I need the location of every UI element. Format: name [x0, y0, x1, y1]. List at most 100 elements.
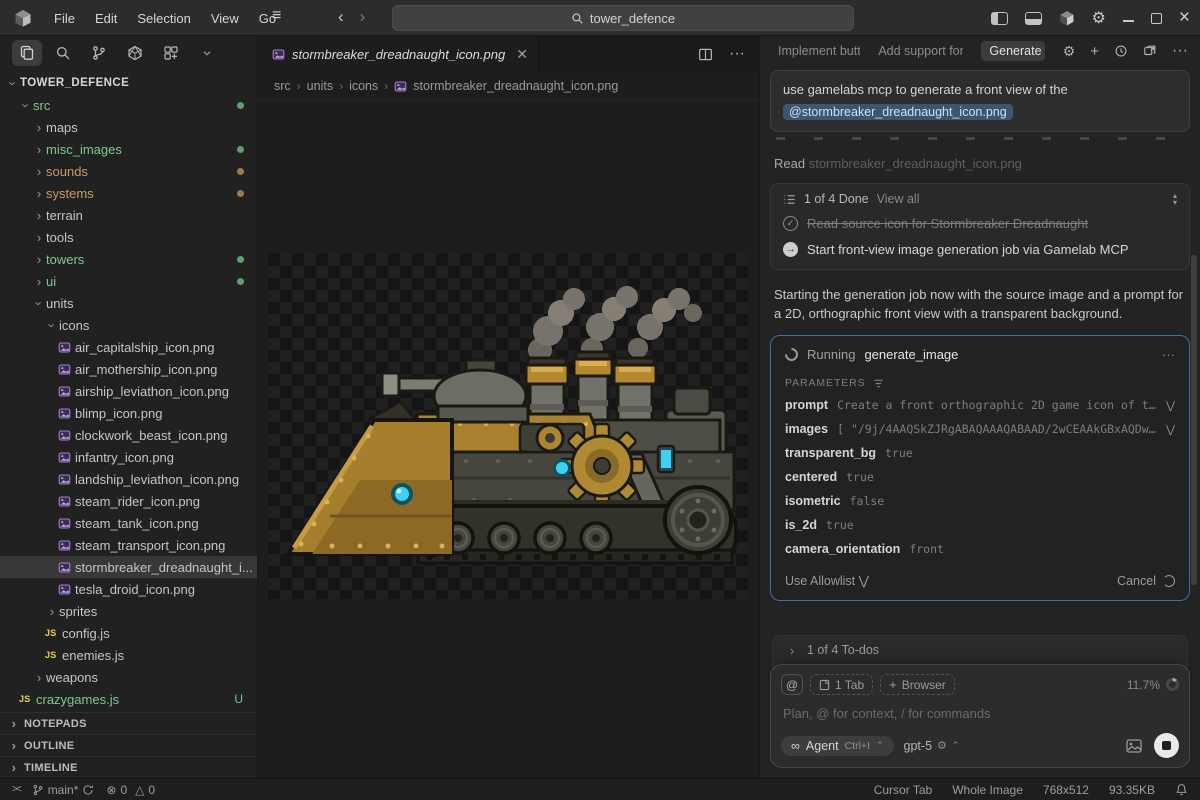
tree-item-weapons[interactable]: ›weapons	[0, 666, 257, 688]
cancel-button[interactable]: Cancel	[1117, 574, 1175, 588]
tree-item-steam-transport-icon-png[interactable]: steam_transport_icon.png	[0, 534, 257, 556]
menu-item-file[interactable]: File	[44, 7, 85, 30]
file-mention-pill[interactable]: @stormbreaker_dreadnaught_icon.png	[783, 104, 1013, 120]
stop-button[interactable]	[1154, 733, 1179, 758]
window-minimize-icon[interactable]	[1123, 14, 1134, 22]
tree-item-tools[interactable]: ›tools	[0, 226, 257, 248]
tree-item-units[interactable]: ›units	[0, 292, 257, 314]
status-93-35kb[interactable]: 93.35KB	[1109, 783, 1155, 797]
chat-history-icon[interactable]	[1114, 44, 1128, 58]
todo-view-all[interactable]: View all	[877, 192, 920, 206]
tree-item-air-capitalship-icon-png[interactable]: air_capitalship_icon.png	[0, 336, 257, 358]
history-back-icon[interactable]: ‹	[338, 6, 344, 28]
status-whole-image[interactable]: Whole Image	[952, 783, 1023, 797]
tree-item-steam-rider-icon-png[interactable]: steam_rider_icon.png	[0, 490, 257, 512]
tree-item-landship-leviathon-icon-png[interactable]: landship_leviathon_icon.png	[0, 468, 257, 490]
editor-more-icon[interactable]: ···	[729, 45, 745, 63]
new-chat-icon[interactable]: +	[1090, 43, 1099, 60]
tab-close-icon[interactable]: ✕	[516, 46, 528, 63]
tree-item-steam-tank-icon-png[interactable]: steam_tank_icon.png	[0, 512, 257, 534]
tree-item-misc-images[interactable]: ›misc_images	[0, 138, 257, 160]
status-768x512[interactable]: 768x512	[1043, 783, 1089, 797]
chat-tab[interactable]: Add support for rev	[878, 44, 963, 58]
breadcrumb-file[interactable]: stormbreaker_dreadnaught_icon.png	[413, 79, 618, 93]
image-file-icon	[58, 451, 75, 464]
tree-item-ui[interactable]: ›ui	[0, 270, 257, 292]
allowlist-dropdown[interactable]: Use Allowlist ⋁	[785, 573, 869, 588]
sidebar-section-notepads[interactable]: ›NOTEPADS	[0, 712, 257, 734]
image-file-icon	[58, 429, 75, 442]
tree-item-tesla-droid-icon-png[interactable]: tesla_droid_icon.png	[0, 578, 257, 600]
problems-item[interactable]: ⊗ 0 △ 0	[106, 783, 155, 797]
tree-item-airship-leviathon-icon-png[interactable]: airship_leviathon_icon.png	[0, 380, 257, 402]
toggle-sidebar-icon[interactable]	[991, 12, 1008, 25]
tree-item-blimp-icon-png[interactable]: blimp_icon.png	[0, 402, 257, 424]
chat-input-placeholder[interactable]: Plan, @ for context, / for commands	[783, 706, 1177, 721]
tree-root[interactable]: ›TOWER_DEFENCE	[0, 72, 257, 94]
tree-item-src[interactable]: ›src	[0, 94, 257, 116]
global-search[interactable]: tower_defence	[392, 5, 854, 31]
tree-item-infantry-icon-png[interactable]: infantry_icon.png	[0, 446, 257, 468]
settings-gear-icon[interactable]: ⚙	[1092, 8, 1106, 28]
status-cursor-tab[interactable]: Cursor Tab	[874, 783, 932, 797]
param-expand-icon[interactable]: ⋁	[1166, 423, 1175, 436]
tree-item-terrain[interactable]: ›terrain	[0, 204, 257, 226]
breadcrumb-item[interactable]: icons	[349, 79, 378, 93]
tool-more-icon[interactable]: ···	[1162, 347, 1175, 362]
menu-item-view[interactable]: View	[201, 7, 249, 30]
tree-item-air-mothership-icon-png[interactable]: air_mothership_icon.png	[0, 358, 257, 380]
activity-more-chevron-icon[interactable]	[192, 40, 222, 66]
editor-tab[interactable]: stormbreaker_dreadnaught_icon.png ✕	[258, 36, 539, 72]
tree-item-systems[interactable]: ›systems	[0, 182, 257, 204]
todo-collapse-icon[interactable]: ▴▾	[1173, 192, 1177, 206]
cursor-cube-icon[interactable]	[1059, 10, 1075, 26]
menu-item-selection[interactable]: Selection	[127, 7, 200, 30]
tree-item-clockwork-beast-icon-png[interactable]: clockwork_beast_icon.png	[0, 424, 257, 446]
history-forward-icon[interactable]: ›	[360, 6, 366, 28]
window-close-icon[interactable]: ×	[1179, 10, 1190, 26]
tree-item-sounds[interactable]: ›sounds	[0, 160, 257, 182]
tree-item-enemies-js[interactable]: JSenemies.js	[0, 644, 257, 666]
breadcrumb-item[interactable]: src	[274, 79, 291, 93]
source-control-icon[interactable]	[84, 40, 114, 66]
chat-tab[interactable]: Generate f	[981, 41, 1044, 61]
tree-item-label: stormbreaker_dreadnaught_i...	[75, 560, 253, 575]
git-branch-item[interactable]: main*	[32, 783, 95, 797]
param-expand-icon[interactable]: ⋁	[1166, 399, 1175, 412]
activity-search-icon[interactable]	[48, 40, 78, 66]
chat-more-icon[interactable]: ···	[1172, 42, 1188, 60]
menu-overflow-icon[interactable]: ≡	[272, 7, 281, 25]
extensions-cube-icon[interactable]	[120, 40, 150, 66]
sidebar-section-timeline[interactable]: ›TIMELINE	[0, 756, 257, 778]
chat-settings-gear-icon[interactable]: ⚙	[1063, 43, 1076, 60]
model-selector[interactable]: gpt-5 ⚙ ⌃	[904, 739, 960, 753]
explorer-files-icon[interactable]	[12, 40, 42, 66]
tree-item-icons[interactable]: ›icons	[0, 314, 257, 336]
tree-item-stormbreaker-dreadnaught-i-[interactable]: stormbreaker_dreadnaught_i...	[0, 556, 257, 578]
chat-input-box[interactable]: @ 1 Tab+Browser 11.7% Plan, @ for contex…	[770, 664, 1190, 768]
tree-item-sprites[interactable]: ›sprites	[0, 600, 257, 622]
toggle-panel-icon[interactable]	[1025, 12, 1042, 25]
open-in-window-icon[interactable]	[1143, 44, 1157, 58]
sidebar-section-outline[interactable]: ›OUTLINE	[0, 734, 257, 756]
menu-item-edit[interactable]: Edit	[85, 7, 127, 30]
tree-item-towers[interactable]: ›towers	[0, 248, 257, 270]
chat-scrollbar[interactable]	[1191, 255, 1197, 585]
tree-item-config-js[interactable]: JSconfig.js	[0, 622, 257, 644]
window-maximize-icon[interactable]	[1151, 13, 1162, 24]
context-chip-1-tab[interactable]: 1 Tab	[810, 674, 873, 695]
attach-image-icon[interactable]	[1126, 739, 1142, 753]
notifications-bell-icon[interactable]	[1175, 783, 1188, 796]
tree-item-crazygames-js[interactable]: JScrazygames.jsU	[0, 688, 257, 710]
remote-indicator-icon[interactable]: ><	[12, 784, 20, 795]
agent-mode-selector[interactable]: ∞ Agent Ctrl+I ⌃	[781, 736, 894, 756]
split-editor-icon[interactable]	[698, 47, 713, 62]
add-context-button[interactable]: @	[781, 674, 803, 695]
tree-item-label: terrain	[46, 208, 83, 223]
chat-tab[interactable]: Implement button i	[778, 44, 860, 58]
breadcrumb-item[interactable]: units	[307, 79, 333, 93]
context-chip-browser[interactable]: +Browser	[880, 674, 955, 695]
image-preview[interactable]	[268, 254, 748, 599]
layout-grid-icon[interactable]	[156, 40, 186, 66]
tree-item-maps[interactable]: ›maps	[0, 116, 257, 138]
